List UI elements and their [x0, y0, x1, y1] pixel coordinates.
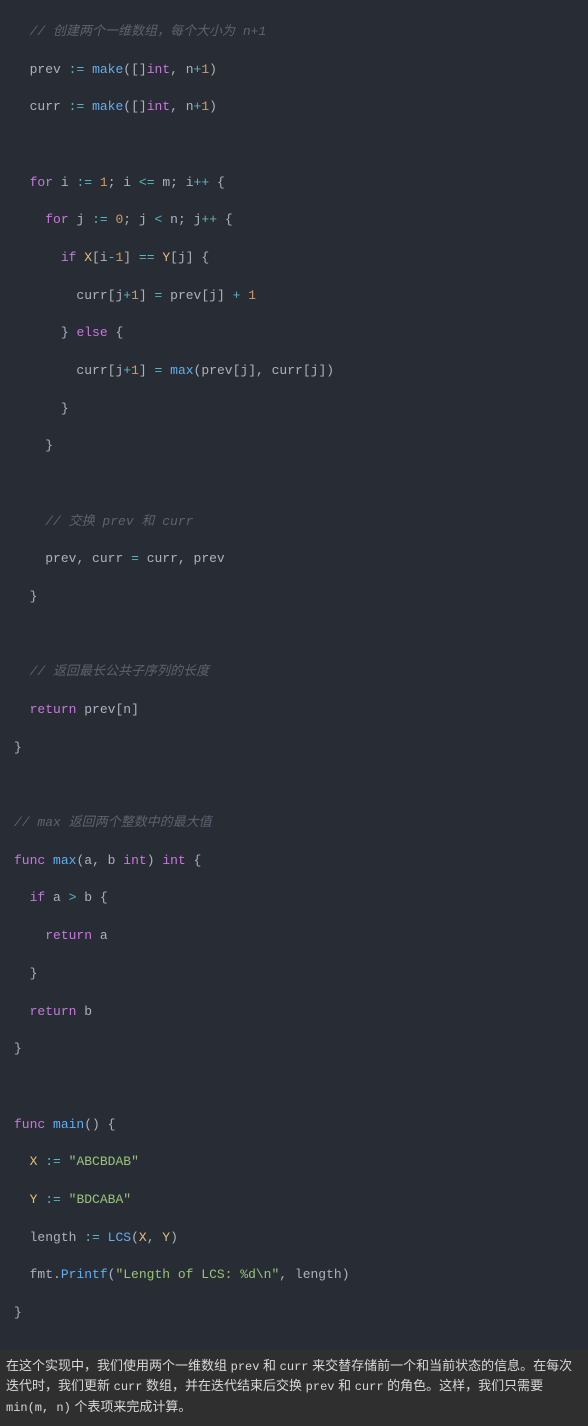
code-line: } [14, 1040, 574, 1059]
comment: // max 返回两个整数中的最大值 [14, 815, 212, 830]
code-line: prev := make([]int, n+1) [14, 61, 574, 80]
inline-code: curr [280, 1360, 309, 1374]
code-line: for j := 0; j < n; j++ { [14, 211, 574, 230]
code-line: length := LCS(X, Y) [14, 1229, 574, 1248]
code-line: func main() { [14, 1116, 574, 1135]
code-line: } else { [14, 324, 574, 343]
code-line: // 创建两个一维数组，每个大小为 n+1 [14, 23, 574, 42]
code-line: X := "ABCBDAB" [14, 1153, 574, 1172]
code-line: // 返回最长公共子序列的长度 [14, 663, 574, 682]
inline-code: min(m, n) [6, 1401, 71, 1415]
code-line: return prev[n] [14, 701, 574, 720]
code-line: } [14, 965, 574, 984]
code-line: // 交换 prev 和 curr [14, 513, 574, 532]
inline-code: prev [306, 1380, 335, 1394]
code-line: curr[j+1] = max(prev[j], curr[j]) [14, 362, 574, 381]
code-line: func max(a, b int) int { [14, 852, 574, 871]
inline-code: curr [355, 1380, 384, 1394]
code-line: curr := make([]int, n+1) [14, 98, 574, 117]
code-line: prev, curr = curr, prev [14, 550, 574, 569]
code-line: curr[j+1] = prev[j] + 1 [14, 287, 574, 306]
code-line [14, 136, 574, 155]
code-line: // max 返回两个整数中的最大值 [14, 814, 574, 833]
code-line: Y := "BDCABA" [14, 1191, 574, 1210]
code-line [14, 475, 574, 494]
code-line [14, 626, 574, 645]
comment: // 返回最长公共子序列的长度 [30, 664, 209, 679]
code-line: } [14, 739, 574, 758]
code-line [14, 1078, 574, 1097]
code-line: } [14, 1304, 574, 1323]
code-line [14, 776, 574, 795]
inline-code: curr [114, 1380, 143, 1394]
code-line: return b [14, 1003, 574, 1022]
comment: // 交换 prev 和 curr [45, 514, 193, 529]
code-line: } [14, 437, 574, 456]
code-line: } [14, 400, 574, 419]
code-line: if a > b { [14, 889, 574, 908]
code-line: fmt.Printf("Length of LCS: %d\n", length… [14, 1266, 574, 1285]
code-line: return a [14, 927, 574, 946]
code-line: for i := 1; i <= m; i++ { [14, 174, 574, 193]
code-line: } [14, 588, 574, 607]
explanation-text: 在这个实现中，我们使用两个一维数组 prev 和 curr 来交替存储前一个和当… [0, 1350, 588, 1426]
inline-code: prev [231, 1360, 260, 1374]
code-block: // 创建两个一维数组，每个大小为 n+1 prev := make([]int… [0, 0, 588, 1350]
code-line: if X[i-1] == Y[j] { [14, 249, 574, 268]
comment: // 创建两个一维数组，每个大小为 n+1 [30, 24, 267, 39]
